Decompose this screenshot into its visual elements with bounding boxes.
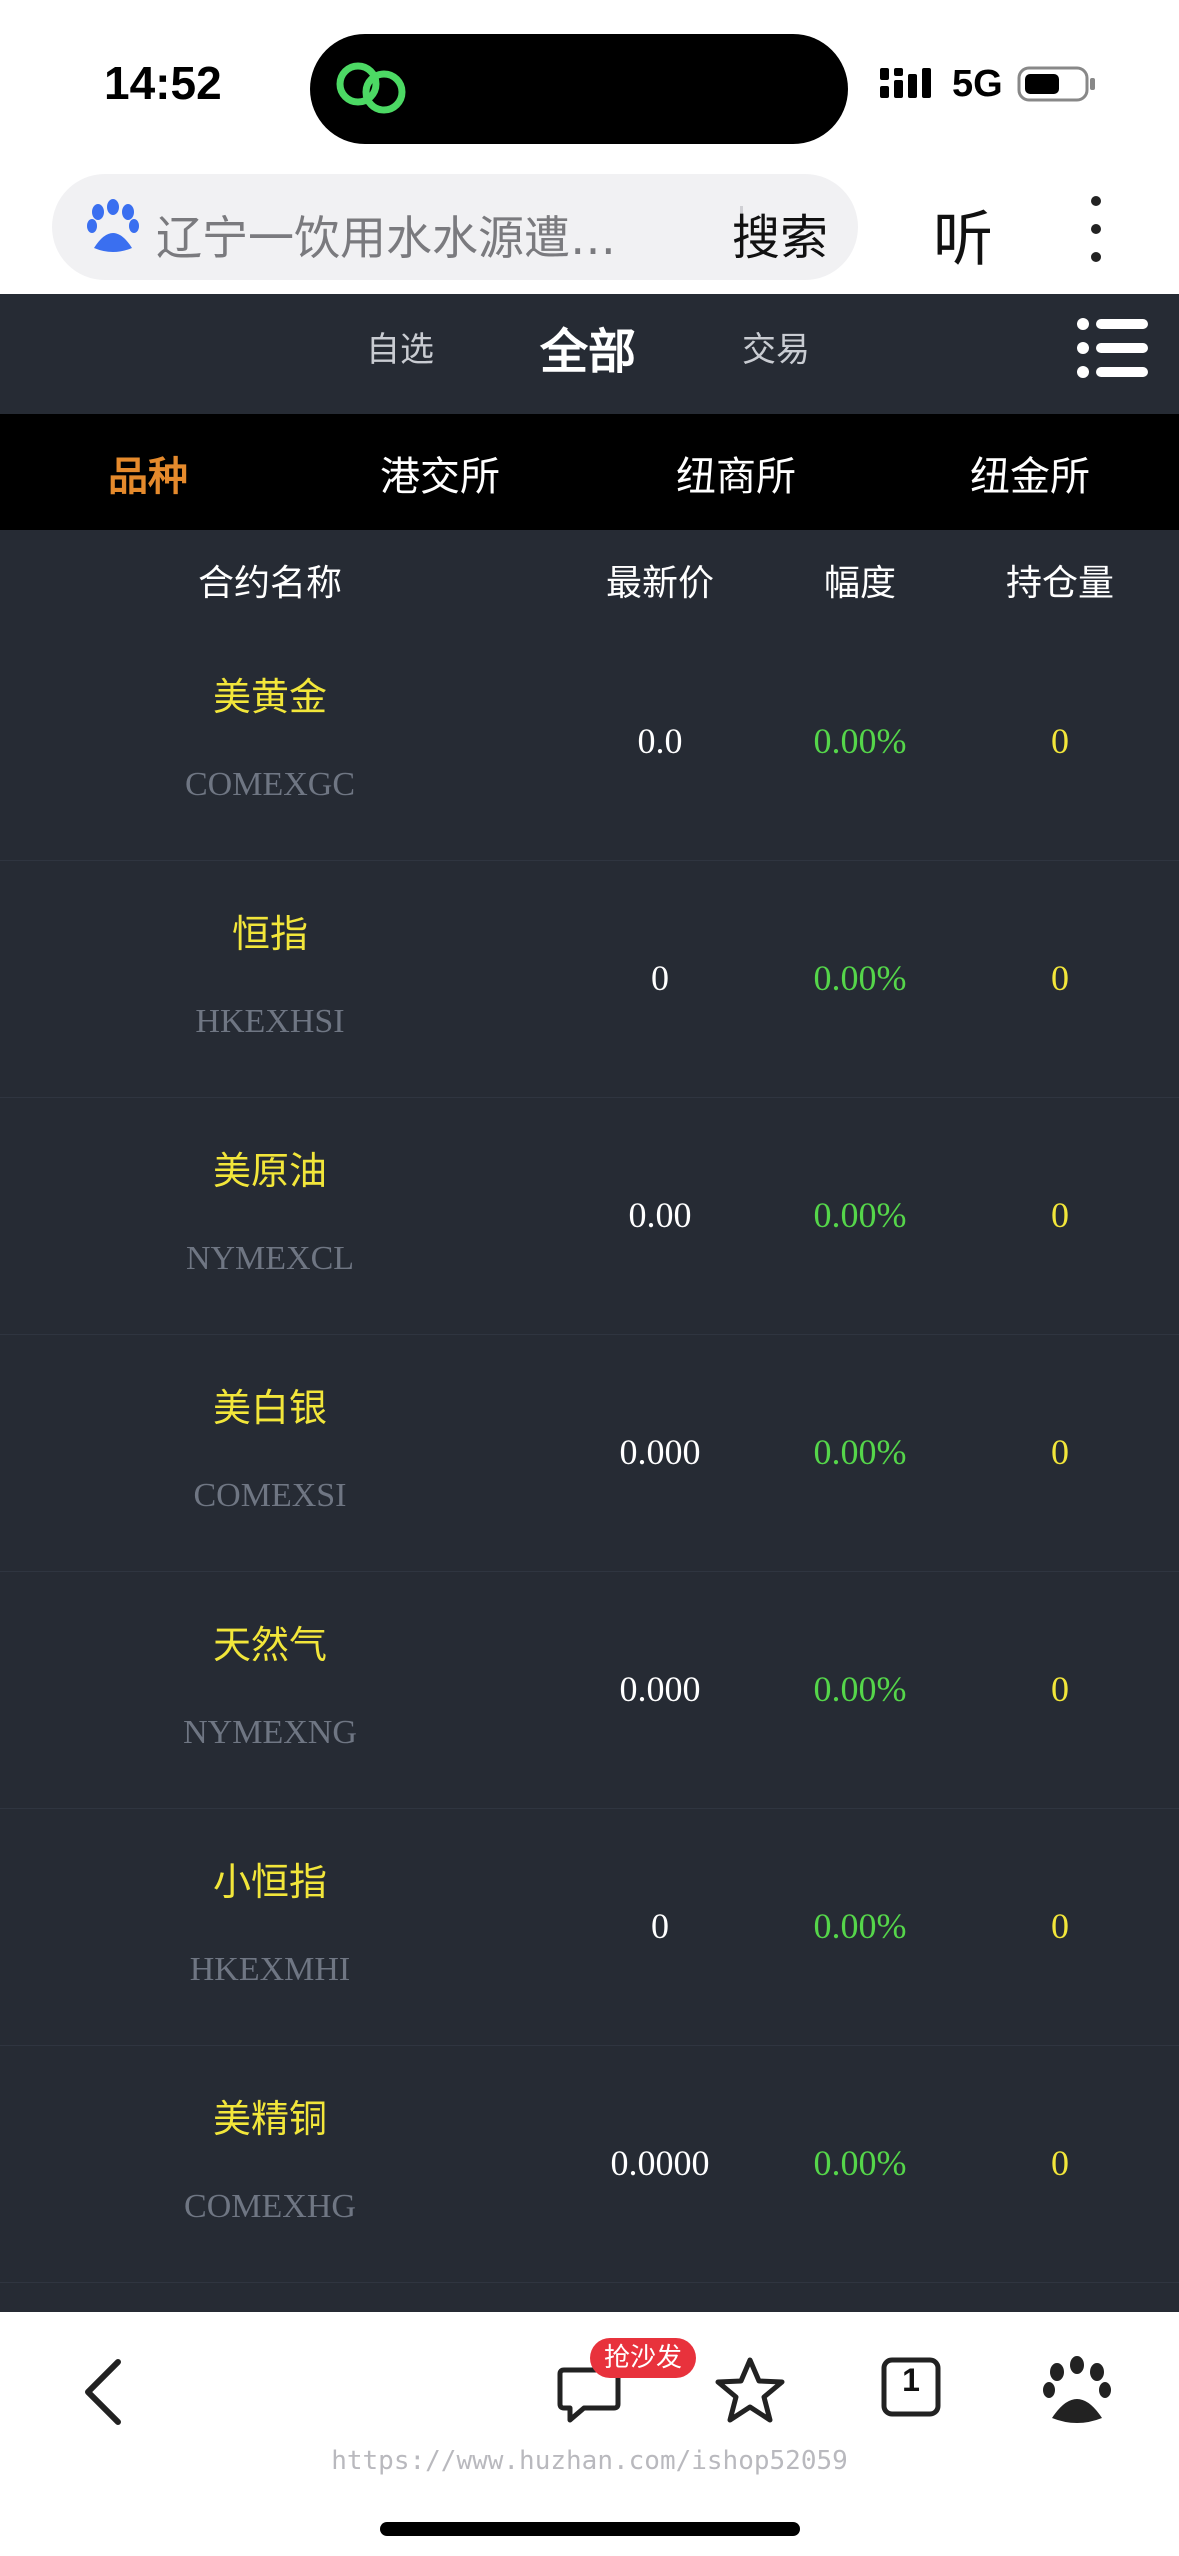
browser-bottom-toolbar: 抢沙发 1 https://www.huzhan.com/ishop52059: [0, 2312, 1179, 2556]
table-row[interactable]: 美精铜 COMEXHG 0.0000 0.00% 0: [0, 2046, 1179, 2283]
open-interest: 0: [1051, 721, 1069, 761]
network-label: 5G: [952, 62, 1003, 105]
change-percent: 0.00%: [813, 1669, 907, 1709]
star-icon[interactable]: [714, 2354, 786, 2426]
latest-price: 0.00: [628, 1195, 692, 1235]
link-app-icon: [336, 62, 406, 114]
signal-icon: [880, 68, 931, 98]
tab-all[interactable]: 全部: [540, 312, 636, 382]
change-percent: 0.00%: [813, 958, 907, 998]
back-chevron-icon[interactable]: [78, 2352, 128, 2432]
table-row[interactable]: 美原油 NYMEXCL 0.00 0.00% 0: [0, 1098, 1179, 1335]
change-percent: 0.00%: [813, 2143, 907, 2183]
browser-search-bar[interactable]: 辽宁一饮用水水源遭… 搜索: [52, 174, 858, 280]
home-indicator[interactable]: [380, 2522, 800, 2536]
category-tab-comex[interactable]: 纽金所: [970, 444, 1090, 502]
category-tabs: 品种 港交所 纽商所 纽金所: [0, 414, 1179, 530]
latest-price: 0.0000: [610, 2143, 710, 2183]
baidu-icon[interactable]: [1040, 2354, 1114, 2428]
listen-button[interactable]: 听: [908, 190, 1018, 273]
latest-price: 0: [651, 958, 669, 998]
search-button[interactable]: 搜索: [728, 198, 858, 265]
contract-code: NYMEXCL: [185, 1240, 355, 1277]
table-row[interactable]: 美黄金 COMEXGC 0.0 0.00% 0: [0, 624, 1179, 861]
contract-code: NYMEXNG: [183, 1714, 357, 1751]
category-tab-nymex[interactable]: 纽商所: [676, 444, 796, 502]
contract-code: COMEXGC: [184, 766, 356, 803]
battery-icon: [1017, 66, 1095, 102]
column-header-contract[interactable]: 合约名称: [80, 554, 460, 606]
change-percent: 0.00%: [813, 1432, 907, 1472]
search-query-text[interactable]: 辽宁一饮用水水源遭…: [156, 202, 716, 268]
change-percent: 0.00%: [813, 1195, 907, 1235]
table-row[interactable]: 美白银 COMEXSI 0.000 0.00% 0: [0, 1335, 1179, 1572]
contract-code: COMEXHG: [184, 2188, 356, 2225]
contract-name: 恒指: [231, 912, 308, 956]
table-row[interactable]: 小恒指 HKEXMHI 0 0.00% 0: [0, 1809, 1179, 2046]
contract-list[interactable]: 美黄金 COMEXGC 0.0 0.00% 0 恒指 HKEXHSI 0 0.0…: [0, 624, 1179, 2312]
category-tab-hkex[interactable]: 港交所: [380, 444, 500, 502]
contract-name: 美精铜: [212, 2097, 327, 2141]
contract-name: 美黄金: [212, 675, 327, 719]
contract-name: 天然气: [212, 1623, 327, 1667]
change-percent: 0.00%: [813, 721, 907, 761]
open-interest: 0: [1051, 1906, 1069, 1946]
more-options-icon[interactable]: [1080, 196, 1112, 266]
open-interest: 0: [1051, 1432, 1069, 1472]
column-header-open-interest[interactable]: 持仓量: [960, 554, 1160, 606]
contract-code: HKEXHSI: [195, 1003, 345, 1040]
latest-price: 0.000: [619, 1432, 701, 1472]
latest-price: 0.0: [637, 721, 683, 761]
baidu-paw-icon: [87, 199, 139, 252]
change-percent: 0.00%: [813, 1906, 907, 1946]
table-header: 合约名称 最新价 幅度 持仓量: [0, 530, 1179, 624]
column-header-price[interactable]: 最新价: [560, 554, 760, 606]
status-indicators: 5G: [880, 62, 1097, 106]
latest-price: 0.000: [619, 1669, 701, 1709]
status-time: 14:52: [104, 57, 222, 109]
open-interest: 0: [1051, 958, 1069, 998]
open-interest: 0: [1051, 2143, 1069, 2183]
menu-list-icon[interactable]: [1076, 314, 1150, 382]
contract-name: 美白银: [212, 1386, 327, 1430]
column-header-change[interactable]: 幅度: [760, 554, 960, 606]
contract-name: 美原油: [212, 1149, 327, 1193]
tab-count: 1: [902, 2362, 920, 2398]
sofa-badge[interactable]: 抢沙发: [590, 2338, 697, 2378]
category-tab-variety[interactable]: 品种: [108, 444, 188, 502]
open-interest: 0: [1051, 1669, 1069, 1709]
contract-name: 小恒指: [212, 1860, 327, 1904]
dynamic-island: [310, 34, 848, 144]
watermark-url: https://www.huzhan.com/ishop52059: [331, 2446, 848, 2476]
table-row[interactable]: 恒指 HKEXHSI 0 0.00% 0: [0, 861, 1179, 1098]
app-header: 自选 全部 交易: [0, 294, 1179, 414]
status-bar: 14:52 5G: [0, 0, 1179, 168]
open-interest: 0: [1051, 1195, 1069, 1235]
tab-trade[interactable]: 交易: [742, 322, 810, 371]
tab-watchlist[interactable]: 自选: [366, 322, 434, 371]
latest-price: 0: [651, 1906, 669, 1946]
contract-code: COMEXSI: [193, 1477, 347, 1514]
contract-code: HKEXMHI: [189, 1951, 351, 1988]
table-row[interactable]: 天然气 NYMEXNG 0.000 0.00% 0: [0, 1572, 1179, 1809]
